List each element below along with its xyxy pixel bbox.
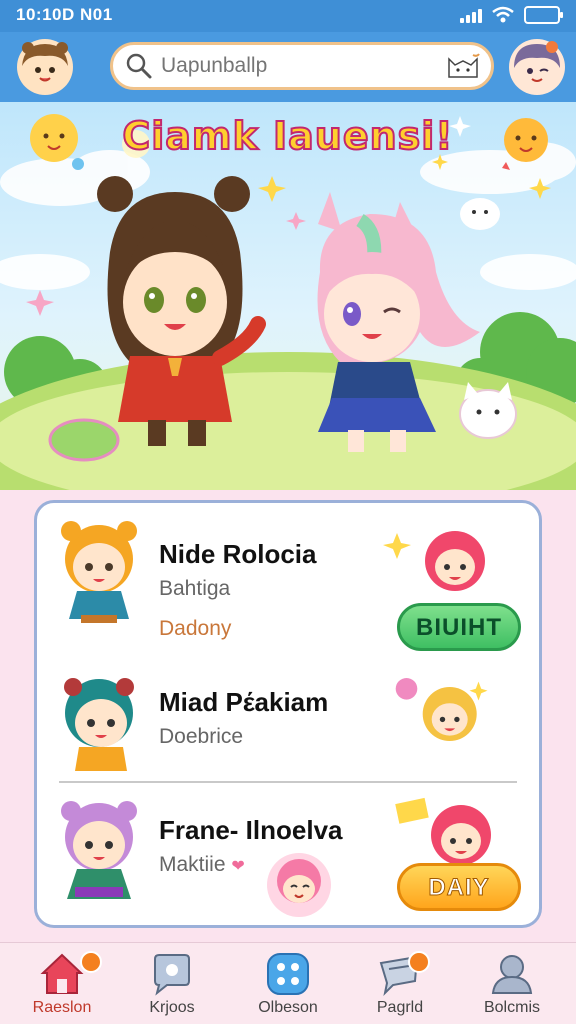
grid-icon xyxy=(267,953,309,995)
search-input[interactable] xyxy=(161,54,431,78)
character-avatar xyxy=(61,801,137,899)
item-subtitle: Maktiie xyxy=(159,853,226,876)
item-action-button[interactable]: BIUIHT xyxy=(397,603,521,651)
item-title: Frane- Ilnoelva xyxy=(159,815,343,845)
home-icon xyxy=(40,953,84,994)
item-title: Nide Rolocia xyxy=(159,539,317,569)
hero-title: Ciamk Iauensi! xyxy=(121,113,454,159)
status-icons xyxy=(460,6,563,24)
nav-item-profile[interactable]: Bolcmis xyxy=(460,951,564,1023)
item-action-button[interactable]: DAIY xyxy=(397,863,521,911)
notification-badge xyxy=(408,951,430,973)
character-thumbnail xyxy=(383,531,485,591)
status-bar: 10:10D N01 xyxy=(0,0,576,32)
list-item[interactable]: Nide Rolocia Bahtiga Dadony BIUIHT xyxy=(37,511,539,661)
character-thumbnail xyxy=(395,678,488,741)
hero-illustration xyxy=(0,114,576,490)
item-subtitle-wrapper: Maktiie ❤ xyxy=(159,853,245,877)
nav-label: Raeslon xyxy=(32,999,92,1016)
nav-item-pagrld[interactable]: Pagrld xyxy=(348,951,452,1023)
nav-item-olbeson[interactable]: Olbeson xyxy=(236,951,340,1023)
item-extra: Dadony xyxy=(159,617,232,640)
mascot-icon xyxy=(267,853,331,917)
heart-icon: ❤ xyxy=(231,858,245,875)
notification-badge xyxy=(80,951,102,973)
nav-item-home[interactable]: Raeslon xyxy=(10,951,114,1023)
nav-label: Krjoos xyxy=(149,999,195,1016)
character-avatar xyxy=(61,521,137,623)
user-avatar-left[interactable] xyxy=(16,38,74,96)
user-avatar-right[interactable] xyxy=(508,38,566,96)
character-list: Nide Rolocia Bahtiga Dadony BIUIHT Miad … xyxy=(34,500,542,928)
cat-icon xyxy=(448,53,480,78)
item-subtitle: Doebrice xyxy=(159,725,244,748)
search-icon xyxy=(126,53,152,79)
nav-label: Olbeson xyxy=(258,999,318,1016)
profile-icon xyxy=(491,955,533,994)
nav-label: Bolcmis xyxy=(483,999,540,1016)
nav-label: Pagrld xyxy=(376,999,424,1016)
list-item[interactable]: Frane- Ilnoelva Maktiie ❤ DAIY xyxy=(37,793,539,923)
chat-bubble-icon xyxy=(154,954,190,996)
nav-item-krjoos[interactable]: Krjoos xyxy=(120,951,224,1023)
list-divider xyxy=(59,781,517,783)
item-subtitle: Bahtiga xyxy=(159,577,231,600)
signal-icon xyxy=(460,7,482,23)
character-avatar xyxy=(64,678,134,771)
item-title: Miad Pέakiam xyxy=(159,687,329,717)
hero-banner[interactable]: Ciamk Iauensi! xyxy=(0,102,576,490)
list-item[interactable]: Miad Pέakiam Doebrice xyxy=(37,669,539,773)
app-header xyxy=(0,32,576,102)
status-time: 10:10D N01 xyxy=(16,5,113,24)
bottom-navigation: Raeslon Krjoos Olbeson Pagrld Bolcmis xyxy=(0,942,576,1024)
search-bar[interactable] xyxy=(110,42,494,90)
battery-icon xyxy=(524,6,563,24)
wifi-icon xyxy=(492,6,514,23)
